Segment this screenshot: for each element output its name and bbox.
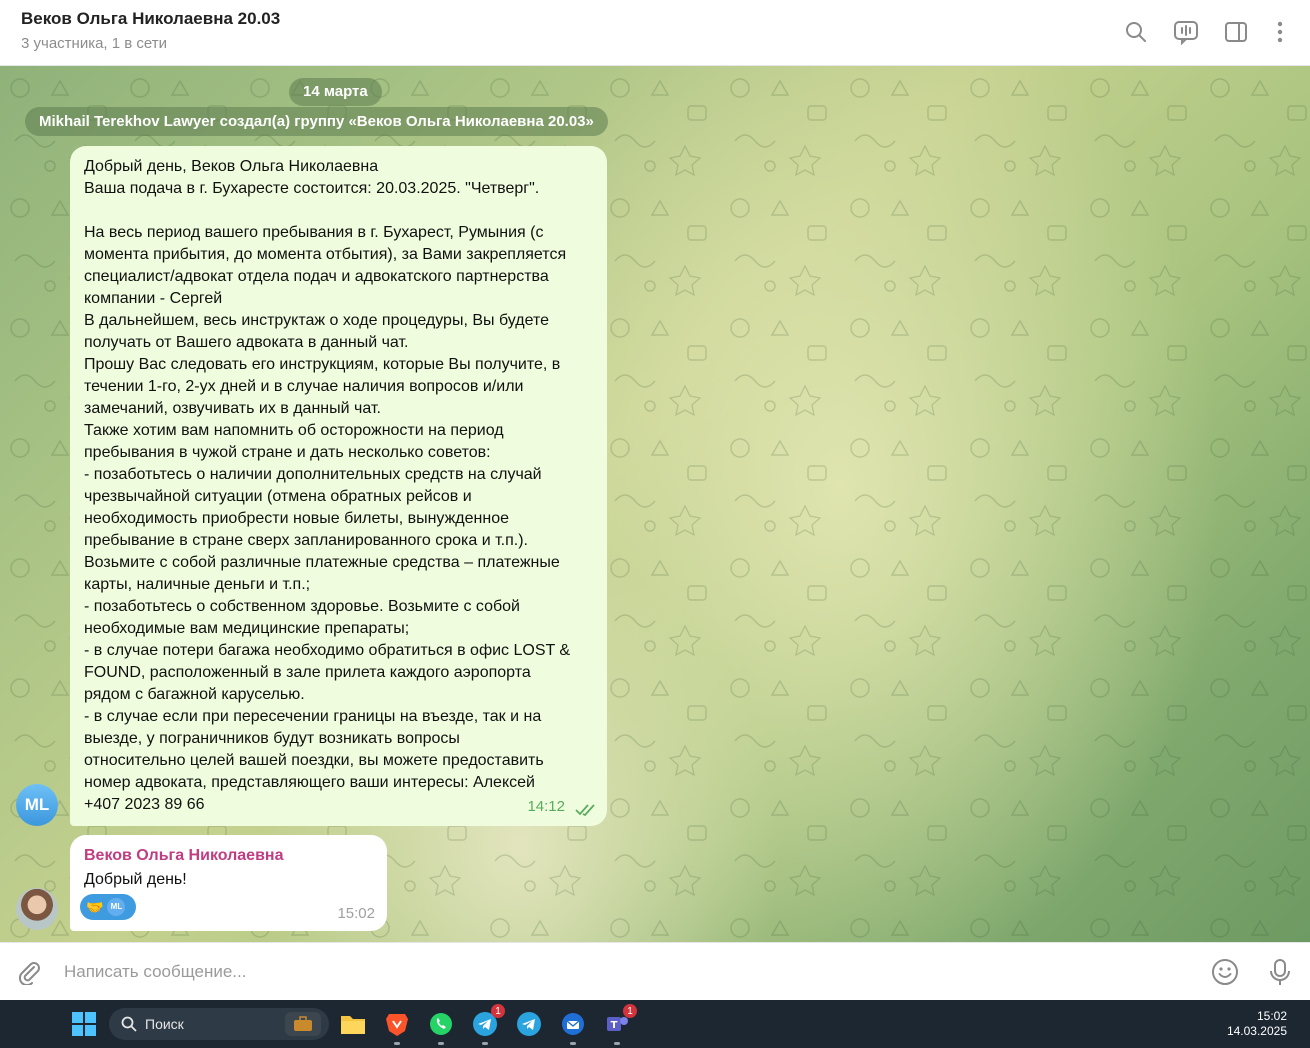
message-line: карты, наличные деньги и т.п.; — [84, 576, 311, 593]
message-line: специалист/адвокат отдела подач и адвока… — [84, 268, 549, 285]
incoming-message-bubble[interactable]: Веков Ольга Николаевна Добрый день! 🤝 ML… — [70, 835, 387, 931]
running-indicator — [570, 1042, 576, 1045]
attach-icon[interactable] — [14, 957, 44, 987]
message-line: Ваша подача в г. Бухаресте состоится: 20… — [84, 180, 540, 197]
message-line: - в случае потери багажа необходимо обра… — [84, 642, 571, 659]
message-line: относительно целей вашей поездки, вы мож… — [84, 752, 544, 769]
message-line: пребывания в чужой стране и дать несколь… — [84, 444, 491, 461]
search-icon[interactable] — [1122, 18, 1150, 46]
service-message: Mikhail Terekhov Lawyer создал(а) группу… — [25, 107, 608, 136]
search-icon — [121, 1016, 137, 1032]
message-reaction[interactable]: 🤝 ML — [80, 894, 136, 920]
message-line: номер адвоката, представляющего ваши инт… — [84, 774, 535, 791]
windows-taskbar: Поиск 1 T 1 15:02 14.03.2025 — [0, 1000, 1310, 1048]
message-input[interactable] — [64, 960, 1164, 984]
microsoft-teams-icon[interactable]: T 1 — [601, 1004, 637, 1045]
date-separator: 14 марта — [289, 78, 382, 106]
clock-time: 15:02 — [1256, 1009, 1287, 1023]
message-line: необходимые вам медицинские препараты; — [84, 620, 410, 637]
live-stream-icon[interactable] — [1172, 18, 1200, 46]
message-line: - позаботьтесь о собственном здоровье. В… — [84, 598, 520, 615]
file-explorer-icon[interactable] — [337, 1008, 369, 1040]
sidebar-toggle-icon[interactable] — [1222, 18, 1250, 46]
message-time: 15:02 — [337, 905, 375, 922]
message-time: 14:12 — [527, 798, 565, 815]
telegram-second-icon[interactable] — [513, 1008, 545, 1040]
briefcase-icon — [285, 1012, 321, 1036]
message-line: На весь период вашего пребывания в г. Бу… — [84, 224, 544, 241]
message-line: течении 1-го, 2-ух дней и в случае налич… — [84, 378, 524, 395]
message-line: пребывание в стране сверх запланированно… — [84, 532, 528, 549]
running-indicator — [394, 1042, 400, 1045]
clock-date: 14.03.2025 — [1226, 1024, 1287, 1038]
microphone-icon[interactable] — [1265, 957, 1295, 987]
double-check-read-icon — [575, 804, 595, 817]
system-clock[interactable]: 15:02 14.03.2025 — [1227, 1009, 1287, 1039]
svg-text:T: T — [611, 1020, 618, 1031]
running-indicator — [482, 1042, 488, 1045]
windows-start-icon[interactable] — [68, 1008, 100, 1040]
more-options-icon[interactable] — [1266, 18, 1294, 46]
handshake-emoji: 🤝 — [86, 899, 104, 915]
avatar-initials: ML — [24, 795, 50, 814]
chat-title[interactable]: Веков Ольга Николаевна 20.03 — [21, 9, 280, 29]
brave-browser-icon[interactable] — [381, 1008, 413, 1045]
outgoing-message-bubble[interactable]: Добрый день, Веков Ольга Николаевна Ваша … — [70, 146, 607, 826]
message-line: замечаний, озвучивать их в данный чат. — [84, 400, 381, 417]
message-line: получать от Вашего адвоката в данный чат… — [84, 334, 409, 351]
taskbar-search[interactable]: Поиск — [109, 1008, 329, 1040]
message-text: Добрый день! — [84, 871, 187, 888]
message-composer — [0, 942, 1310, 1000]
message-line: FOUND, расположенный в зале прилета кажд… — [84, 664, 531, 681]
search-label: Поиск — [145, 1016, 184, 1032]
chat-members-status: 3 участника, 1 в сети — [21, 35, 168, 52]
running-indicator — [614, 1042, 620, 1045]
reaction-user-avatar: ML — [107, 898, 126, 916]
running-indicator — [438, 1042, 444, 1045]
message-line: Добрый день, Веков Ольга Николаевна — [84, 158, 379, 175]
message-line: - в случае если при пересечении границы … — [84, 708, 542, 725]
telegram-icon[interactable]: 1 — [469, 1004, 505, 1045]
message-text: Добрый день, Веков Ольга Николаевна Ваша … — [84, 156, 593, 816]
message-line: необходимость приобрести новые билеты, в… — [84, 510, 510, 527]
notification-badge: 1 — [623, 1004, 637, 1018]
thunderbird-icon[interactable] — [557, 1008, 589, 1045]
message-line — [84, 200, 593, 222]
message-author[interactable]: Веков Ольга Николаевна — [84, 845, 373, 867]
message-line: - позаботьтесь о наличии дополнительных … — [84, 466, 542, 483]
message-line: Прошу Вас следовать его инструкциям, кот… — [84, 356, 561, 373]
message-line: выезде, у пограничников будут возникать … — [84, 730, 460, 747]
message-line: +407 2023 89 66 — [84, 796, 205, 813]
message-line: Возьмите с собой различные платежные сре… — [84, 554, 560, 571]
emoji-icon[interactable] — [1210, 957, 1240, 987]
notification-badge: 1 — [491, 1004, 505, 1018]
message-line: рядом с багажной каруселью. — [84, 686, 305, 703]
chat-header: Веков Ольга Николаевна 20.03 3 участника… — [0, 0, 1310, 66]
message-line: компании - Сергей — [84, 290, 223, 307]
message-line: момента прибытия, до момента отбытия), з… — [84, 246, 567, 263]
user-photo-avatar[interactable] — [16, 888, 58, 930]
chat-messages-area[interactable]: 14 марта Mikhail Terekhov Lawyer создал(… — [0, 66, 1310, 942]
message-line: Также хотим вам напомнить об осторожност… — [84, 422, 504, 439]
message-line: В дальнейшем, весь инструктаж о ходе про… — [84, 312, 549, 329]
sender-avatar[interactable]: ML — [16, 784, 58, 826]
message-line: чрезвычайной ситуации (отмена обратных р… — [84, 488, 472, 505]
whatsapp-icon[interactable] — [425, 1008, 457, 1045]
